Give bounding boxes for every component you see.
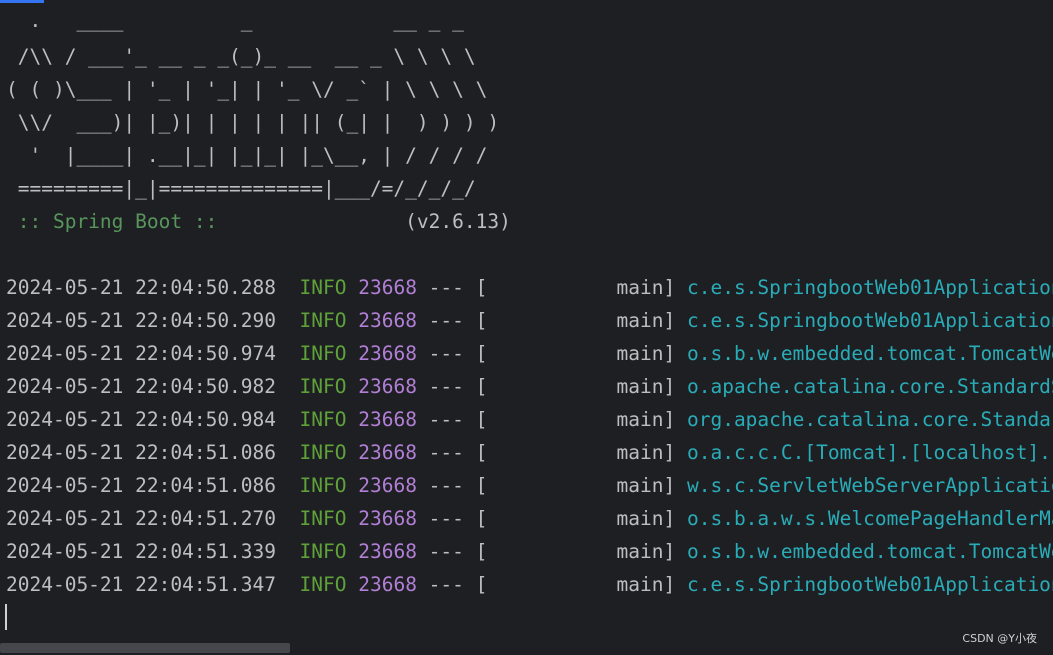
- log-timestamp: 2024-05-21 22:04:50.288: [6, 276, 277, 299]
- log-separator: --- [: [416, 573, 488, 596]
- log-pid: 23668: [358, 441, 417, 464]
- log-separator: --- [: [416, 309, 488, 332]
- log-timestamp: 2024-05-21 22:04:50.982: [6, 375, 277, 398]
- log-level: INFO: [299, 375, 347, 398]
- log-level: INFO: [299, 342, 347, 365]
- spring-boot-version-line: :: Spring Boot :: (v2.6.13): [6, 205, 511, 238]
- log-pid: 23668: [358, 276, 417, 299]
- log-timestamp: 2024-05-21 22:04:51.339: [6, 540, 277, 563]
- log-logger: o.a.c.c.C.[Tomcat].[localhost].[/]: [686, 441, 1053, 464]
- console-output[interactable]: . ____ _ __ _ _ /\\ / ___'_ __ _ _(_)_ _…: [0, 0, 1053, 655]
- log-timestamp: 2024-05-21 22:04:50.974: [6, 342, 277, 365]
- log-logger: o.apache.catalina.core.StandardService: [686, 375, 1053, 398]
- log-line: 2024-05-21 22:04:51.086 INFO 23668 --- […: [6, 436, 1053, 469]
- active-tab-indicator: [0, 0, 44, 3]
- log-level: INFO: [299, 441, 347, 464]
- log-thread: main]: [487, 573, 676, 596]
- log-thread: main]: [487, 276, 676, 299]
- log-timestamp: 2024-05-21 22:04:50.290: [6, 309, 277, 332]
- log-pid: 23668: [358, 540, 417, 563]
- text-caret: [5, 604, 7, 630]
- log-logger: w.s.c.ServletWebServerApplicationContext: [686, 474, 1053, 497]
- banner-line: ' |____| .__|_| |_|_| |_\__, | / / / /: [6, 144, 488, 167]
- watermark: CSDN @Y小夜: [962, 632, 1037, 645]
- log-logger: org.apache.catalina.core.StandardEngine: [686, 408, 1053, 431]
- log-pid: 23668: [358, 408, 417, 431]
- log-level: INFO: [299, 309, 347, 332]
- log-timestamp: 2024-05-21 22:04:51.270: [6, 507, 277, 530]
- log-level: INFO: [299, 507, 347, 530]
- log-line: 2024-05-21 22:04:51.086 INFO 23668 --- […: [6, 469, 1053, 502]
- log-thread: main]: [487, 342, 676, 365]
- horizontal-scrollbar[interactable]: [0, 643, 290, 653]
- log-separator: --- [: [416, 474, 488, 497]
- log-pid: 23668: [358, 375, 417, 398]
- log-timestamp: 2024-05-21 22:04:51.086: [6, 441, 277, 464]
- log-separator: --- [: [416, 441, 488, 464]
- log-level: INFO: [299, 408, 347, 431]
- log-thread: main]: [487, 375, 676, 398]
- log-separator: --- [: [416, 507, 488, 530]
- log-thread: main]: [487, 474, 676, 497]
- log-pid: 23668: [358, 507, 417, 530]
- spring-boot-version: (v2.6.13): [229, 210, 511, 233]
- log-separator: --- [: [416, 540, 488, 563]
- log-level: INFO: [299, 573, 347, 596]
- log-thread: main]: [487, 540, 676, 563]
- log-timestamp: 2024-05-21 22:04:51.086: [6, 474, 277, 497]
- log-pid: 23668: [358, 309, 417, 332]
- log-pid: 23668: [358, 474, 417, 497]
- log-line: 2024-05-21 22:04:50.288 INFO 23668 --- […: [6, 271, 1053, 304]
- log-thread: main]: [487, 441, 676, 464]
- log-level: INFO: [299, 276, 347, 299]
- log-line: 2024-05-21 22:04:50.982 INFO 23668 --- […: [6, 370, 1053, 403]
- log-thread: main]: [487, 408, 676, 431]
- banner-line: \\/ ___)| |_)| | | | | || (_| | ) ) ) ): [6, 111, 500, 134]
- log-separator: --- [: [416, 408, 488, 431]
- log-timestamp: 2024-05-21 22:04:51.347: [6, 573, 277, 596]
- log-logger: o.s.b.w.embedded.tomcat.TomcatWebServer: [686, 342, 1053, 365]
- spring-boot-tag: :: Spring Boot ::: [6, 210, 230, 233]
- log-logger: c.e.s.SpringbootWeb01Application: [686, 276, 1053, 299]
- log-line: 2024-05-21 22:04:51.339 INFO 23668 --- […: [6, 535, 1053, 568]
- log-line: 2024-05-21 22:04:51.347 INFO 23668 --- […: [6, 568, 1053, 601]
- log-logger: c.e.s.SpringbootWeb01Application: [686, 573, 1053, 596]
- log-level: INFO: [299, 540, 347, 563]
- log-separator: --- [: [416, 342, 488, 365]
- log-separator: --- [: [416, 276, 488, 299]
- banner-line: ( ( )\___ | '_ | '_| | '_ \/ _` | \ \ \ …: [6, 78, 488, 101]
- banner-line: . ____ _ __ _ _: [6, 9, 464, 32]
- log-thread: main]: [487, 309, 676, 332]
- log-thread: main]: [487, 507, 676, 530]
- log-line: 2024-05-21 22:04:51.270 INFO 23668 --- […: [6, 502, 1053, 535]
- log-line: 2024-05-21 22:04:50.974 INFO 23668 --- […: [6, 337, 1053, 370]
- banner-line: =========|_|==============|___/=/_/_/_/: [6, 177, 476, 200]
- log-pid: 23668: [358, 342, 417, 365]
- log-timestamp: 2024-05-21 22:04:50.984: [6, 408, 277, 431]
- log-line: 2024-05-21 22:04:50.290 INFO 23668 --- […: [6, 304, 1053, 337]
- log-level: INFO: [299, 474, 347, 497]
- log-logger: o.s.b.a.w.s.WelcomePageHandlerMapping: [686, 507, 1053, 530]
- log-line: 2024-05-21 22:04:50.984 INFO 23668 --- […: [6, 403, 1053, 436]
- log-separator: --- [: [416, 375, 488, 398]
- log-pid: 23668: [358, 573, 417, 596]
- log-logger: o.s.b.w.embedded.tomcat.TomcatWebServer: [686, 540, 1053, 563]
- log-logger: c.e.s.SpringbootWeb01Application: [686, 309, 1053, 332]
- banner-line: /\\ / ___'_ __ _ _(_)_ __ __ _ \ \ \ \: [6, 45, 476, 68]
